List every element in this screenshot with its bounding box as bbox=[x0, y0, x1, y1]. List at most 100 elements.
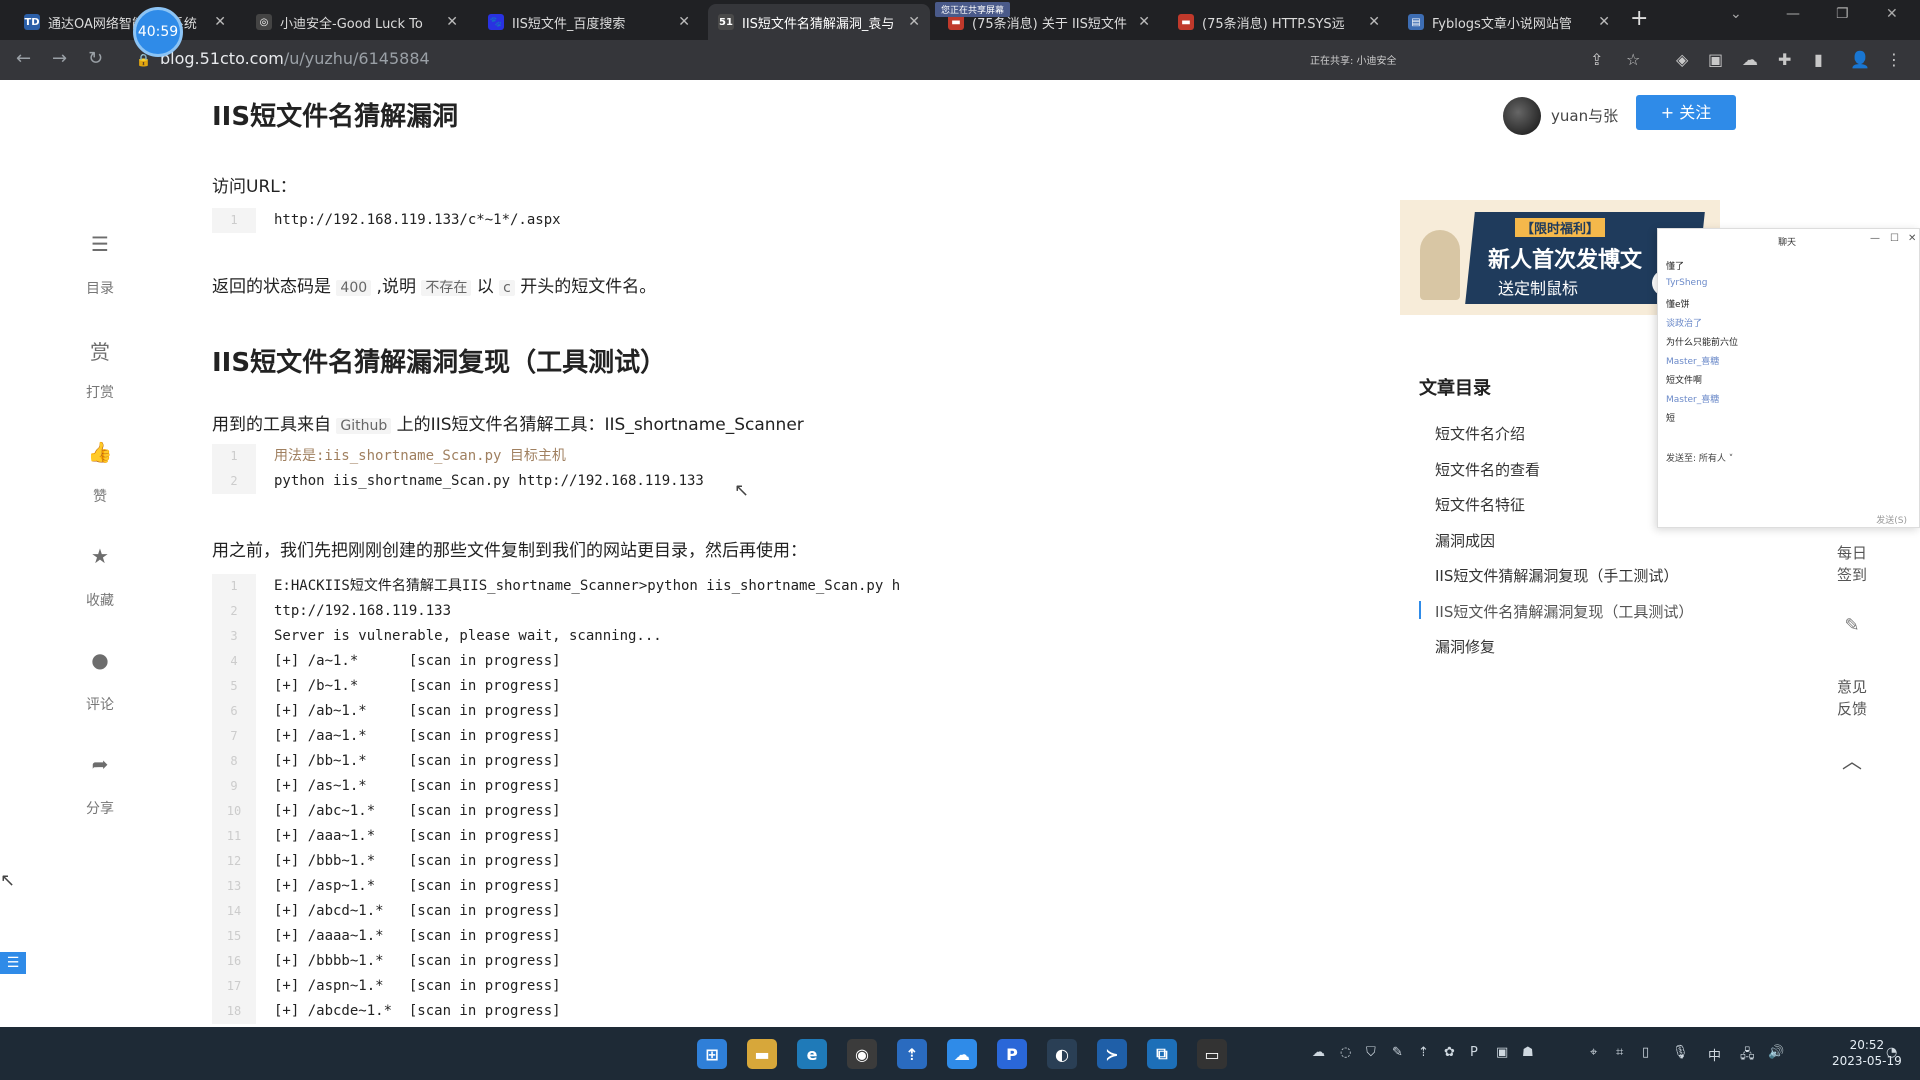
restore-icon[interactable]: ❐ bbox=[1836, 6, 1849, 22]
meeting-app-icon[interactable]: ☁ bbox=[947, 1039, 977, 1069]
start-icon[interactable]: ⊞ bbox=[697, 1039, 727, 1069]
chat-message: 短 bbox=[1666, 414, 1676, 424]
tray-meeting-icon[interactable]: ☁ bbox=[1312, 1045, 1325, 1060]
forward-icon[interactable]: → bbox=[52, 48, 67, 69]
tray-icon[interactable]: ⌗ bbox=[1616, 1045, 1623, 1060]
feedback-link[interactable]: 意见反馈 bbox=[1830, 676, 1874, 720]
close-icon[interactable]: ✕ bbox=[446, 14, 458, 30]
close-icon[interactable]: ✕ bbox=[1598, 14, 1610, 30]
code-line: 18 [+] /abcde~1.* [scan in progress] bbox=[212, 999, 972, 1024]
tool-paragraph: 用到的工具来自 Github 上的IIS短文件名猜解工具：IIS_shortna… bbox=[212, 415, 804, 435]
mouse-pointer-icon: ↖ bbox=[734, 480, 750, 501]
chrome-icon[interactable]: ◉ bbox=[847, 1039, 877, 1069]
chat-send-button[interactable]: 发送(S) bbox=[1876, 513, 1907, 526]
remote-desktop-icon[interactable]: ⧉ bbox=[1147, 1039, 1177, 1069]
tab-baidu[interactable]: 🐾 IIS短文件_百度搜索 ✕ bbox=[478, 4, 700, 40]
close-icon[interactable]: ✕ bbox=[214, 14, 226, 30]
tray-shield-icon[interactable]: ⛉ bbox=[1366, 1045, 1376, 1060]
tab-csdn-2[interactable]: ▬ (75条消息) HTTP.SYS远 ✕ bbox=[1168, 4, 1390, 40]
code-line: 12 [+] /bbb~1.* [scan in progress] bbox=[212, 849, 972, 874]
menu-kebab-icon[interactable]: ⋮ bbox=[1886, 50, 1902, 69]
restore-icon[interactable]: ☐ bbox=[1890, 233, 1899, 244]
chat-window: 聊天 — ☐ ✕ 懂了 TyrSheng 懂e饼 谈政治了 为什么只能前六位 M… bbox=[1657, 228, 1920, 528]
p-app-icon[interactable]: P bbox=[997, 1039, 1027, 1069]
tray-icon[interactable]: ⌖ bbox=[1590, 1045, 1597, 1060]
rail-share[interactable]: ➦ 分享 bbox=[70, 752, 130, 818]
new-tab-button[interactable]: + bbox=[1630, 6, 1648, 31]
tab-oa[interactable]: TD 通达OA网络智能办公系统 ✕ bbox=[14, 4, 236, 40]
tray-icon[interactable]: ☗ bbox=[1522, 1045, 1534, 1060]
tab-search-icon[interactable]: ⌄ bbox=[1730, 6, 1742, 22]
tab-fyblogs[interactable]: ▤ Fyblogs文章小说网站管 ✕ bbox=[1398, 4, 1620, 40]
toc-item[interactable]: IIS短文件猜解漏洞复现（手工测试） bbox=[1435, 565, 1678, 586]
tab-active-article[interactable]: 51 IIS短文件名猜解漏洞_袁与 ✕ bbox=[708, 4, 930, 40]
close-icon[interactable]: ✕ bbox=[1138, 14, 1150, 30]
close-icon[interactable]: ✕ bbox=[908, 14, 920, 30]
rail-like[interactable]: 👍 赞 bbox=[70, 440, 130, 506]
volume-icon[interactable]: 🔊 bbox=[1768, 1045, 1784, 1060]
toc-active-indicator bbox=[1419, 601, 1421, 619]
microphone-icon[interactable]: 🎙 bbox=[1672, 1045, 1689, 1060]
cmd-icon[interactable]: ▭ bbox=[1197, 1039, 1227, 1069]
chat-username: TyrSheng bbox=[1666, 278, 1708, 288]
toc-item[interactable]: 漏洞修复 bbox=[1435, 636, 1495, 657]
tray-icon[interactable]: ✎ bbox=[1392, 1045, 1403, 1060]
rail-toc[interactable]: ☰ 目录 bbox=[70, 232, 130, 298]
toc-item-active[interactable]: IIS短文件名猜解漏洞复现（工具测试） bbox=[1435, 601, 1693, 622]
minimize-icon[interactable]: — bbox=[1786, 6, 1800, 22]
close-window-icon[interactable]: ✕ bbox=[1886, 6, 1898, 22]
bookmark-star-icon[interactable]: ☆ bbox=[1626, 50, 1640, 69]
tray-icon[interactable]: ✿ bbox=[1444, 1045, 1455, 1060]
chat-send-to[interactable]: 发送至: 所有人 ˅ bbox=[1666, 451, 1733, 464]
code-line: 6 [+] /ab~1.* [scan in progress] bbox=[212, 699, 972, 724]
terminal-app-icon[interactable]: ≻ bbox=[1097, 1039, 1127, 1069]
extension-icon-1[interactable]: ◈ bbox=[1676, 50, 1688, 69]
screen-share-banner: 您正在共享屏幕 bbox=[935, 2, 1011, 17]
minimize-icon[interactable]: — bbox=[1870, 233, 1880, 244]
follow-button[interactable]: + 关注 bbox=[1636, 95, 1736, 130]
close-icon[interactable]: ✕ bbox=[678, 14, 690, 30]
tab-xiaodi[interactable]: ◎ 小迪安全-Good Luck To ✕ bbox=[246, 4, 468, 40]
edge-icon[interactable]: e bbox=[797, 1039, 827, 1069]
code-line: 9 [+] /as~1.* [scan in progress] bbox=[212, 774, 972, 799]
windows-taskbar: ⊞ ▬ e ◉ ⇡ ☁ P ◐ ≻ ⧉ ▭ ☁ ◌ ⛉ ✎ ⇡ ✿ P ▣ ☗ … bbox=[0, 1027, 1920, 1080]
back-to-top-icon[interactable]: ︿ bbox=[1830, 750, 1874, 772]
section-heading-tool: IIS短文件名猜解漏洞复现（工具测试） bbox=[212, 348, 667, 378]
tray-icon[interactable]: ⇡ bbox=[1418, 1045, 1429, 1060]
back-icon[interactable]: ← bbox=[16, 48, 31, 69]
daily-checkin[interactable]: 每日签到 bbox=[1830, 542, 1874, 586]
file-explorer-icon[interactable]: ▬ bbox=[747, 1039, 777, 1069]
rail-comment[interactable]: ● 评论 bbox=[70, 648, 130, 714]
notification-icon[interactable]: ◔ bbox=[1886, 1045, 1897, 1060]
share-page-icon[interactable]: ⇪ bbox=[1590, 50, 1603, 69]
toc-item[interactable]: 短文件名的查看 bbox=[1435, 459, 1540, 480]
tab-favicon: 51 bbox=[718, 14, 734, 30]
url-field[interactable]: blog.51cto.com/u/yuzhu/6145884 bbox=[160, 49, 430, 68]
extension-icon-2[interactable]: ▣ bbox=[1708, 50, 1723, 69]
tray-icon[interactable]: ▯ bbox=[1642, 1045, 1649, 1060]
toc-item[interactable]: 短文件名特征 bbox=[1435, 494, 1525, 515]
ime-indicator[interactable]: 中 bbox=[1708, 1045, 1721, 1064]
sidepanel-icon[interactable]: ▮ bbox=[1814, 50, 1823, 69]
side-toc-toggle[interactable]: ☰ bbox=[0, 952, 26, 974]
close-icon[interactable]: ✕ bbox=[1368, 14, 1380, 30]
tray-icon[interactable]: P bbox=[1470, 1045, 1478, 1060]
close-icon[interactable]: ✕ bbox=[1908, 233, 1916, 244]
reward-icon: 赏 bbox=[90, 340, 110, 364]
tray-icon[interactable]: ▣ bbox=[1496, 1045, 1508, 1060]
extension-icon-3[interactable]: ☁ bbox=[1742, 50, 1758, 69]
toc-item[interactable]: 漏洞成因 bbox=[1435, 530, 1495, 551]
feather-icon[interactable]: ✎ bbox=[1830, 615, 1874, 637]
app-icon-1[interactable]: ⇡ bbox=[897, 1039, 927, 1069]
rail-favorite[interactable]: ★ 收藏 bbox=[70, 544, 130, 610]
reload-icon[interactable]: ↻ bbox=[88, 48, 103, 69]
author-name[interactable]: yuan与张 bbox=[1551, 105, 1618, 126]
avatar[interactable] bbox=[1503, 97, 1541, 135]
profile-icon[interactable]: 👤 bbox=[1850, 50, 1870, 69]
extensions-puzzle-icon[interactable]: ✚ bbox=[1778, 50, 1791, 69]
app-icon-2[interactable]: ◐ bbox=[1047, 1039, 1077, 1069]
rail-reward[interactable]: 赏 打赏 bbox=[70, 336, 130, 402]
tray-icon[interactable]: ◌ bbox=[1340, 1045, 1351, 1060]
network-icon[interactable]: 🖧 bbox=[1740, 1045, 1755, 1067]
toc-item[interactable]: 短文件名介绍 bbox=[1435, 423, 1525, 444]
